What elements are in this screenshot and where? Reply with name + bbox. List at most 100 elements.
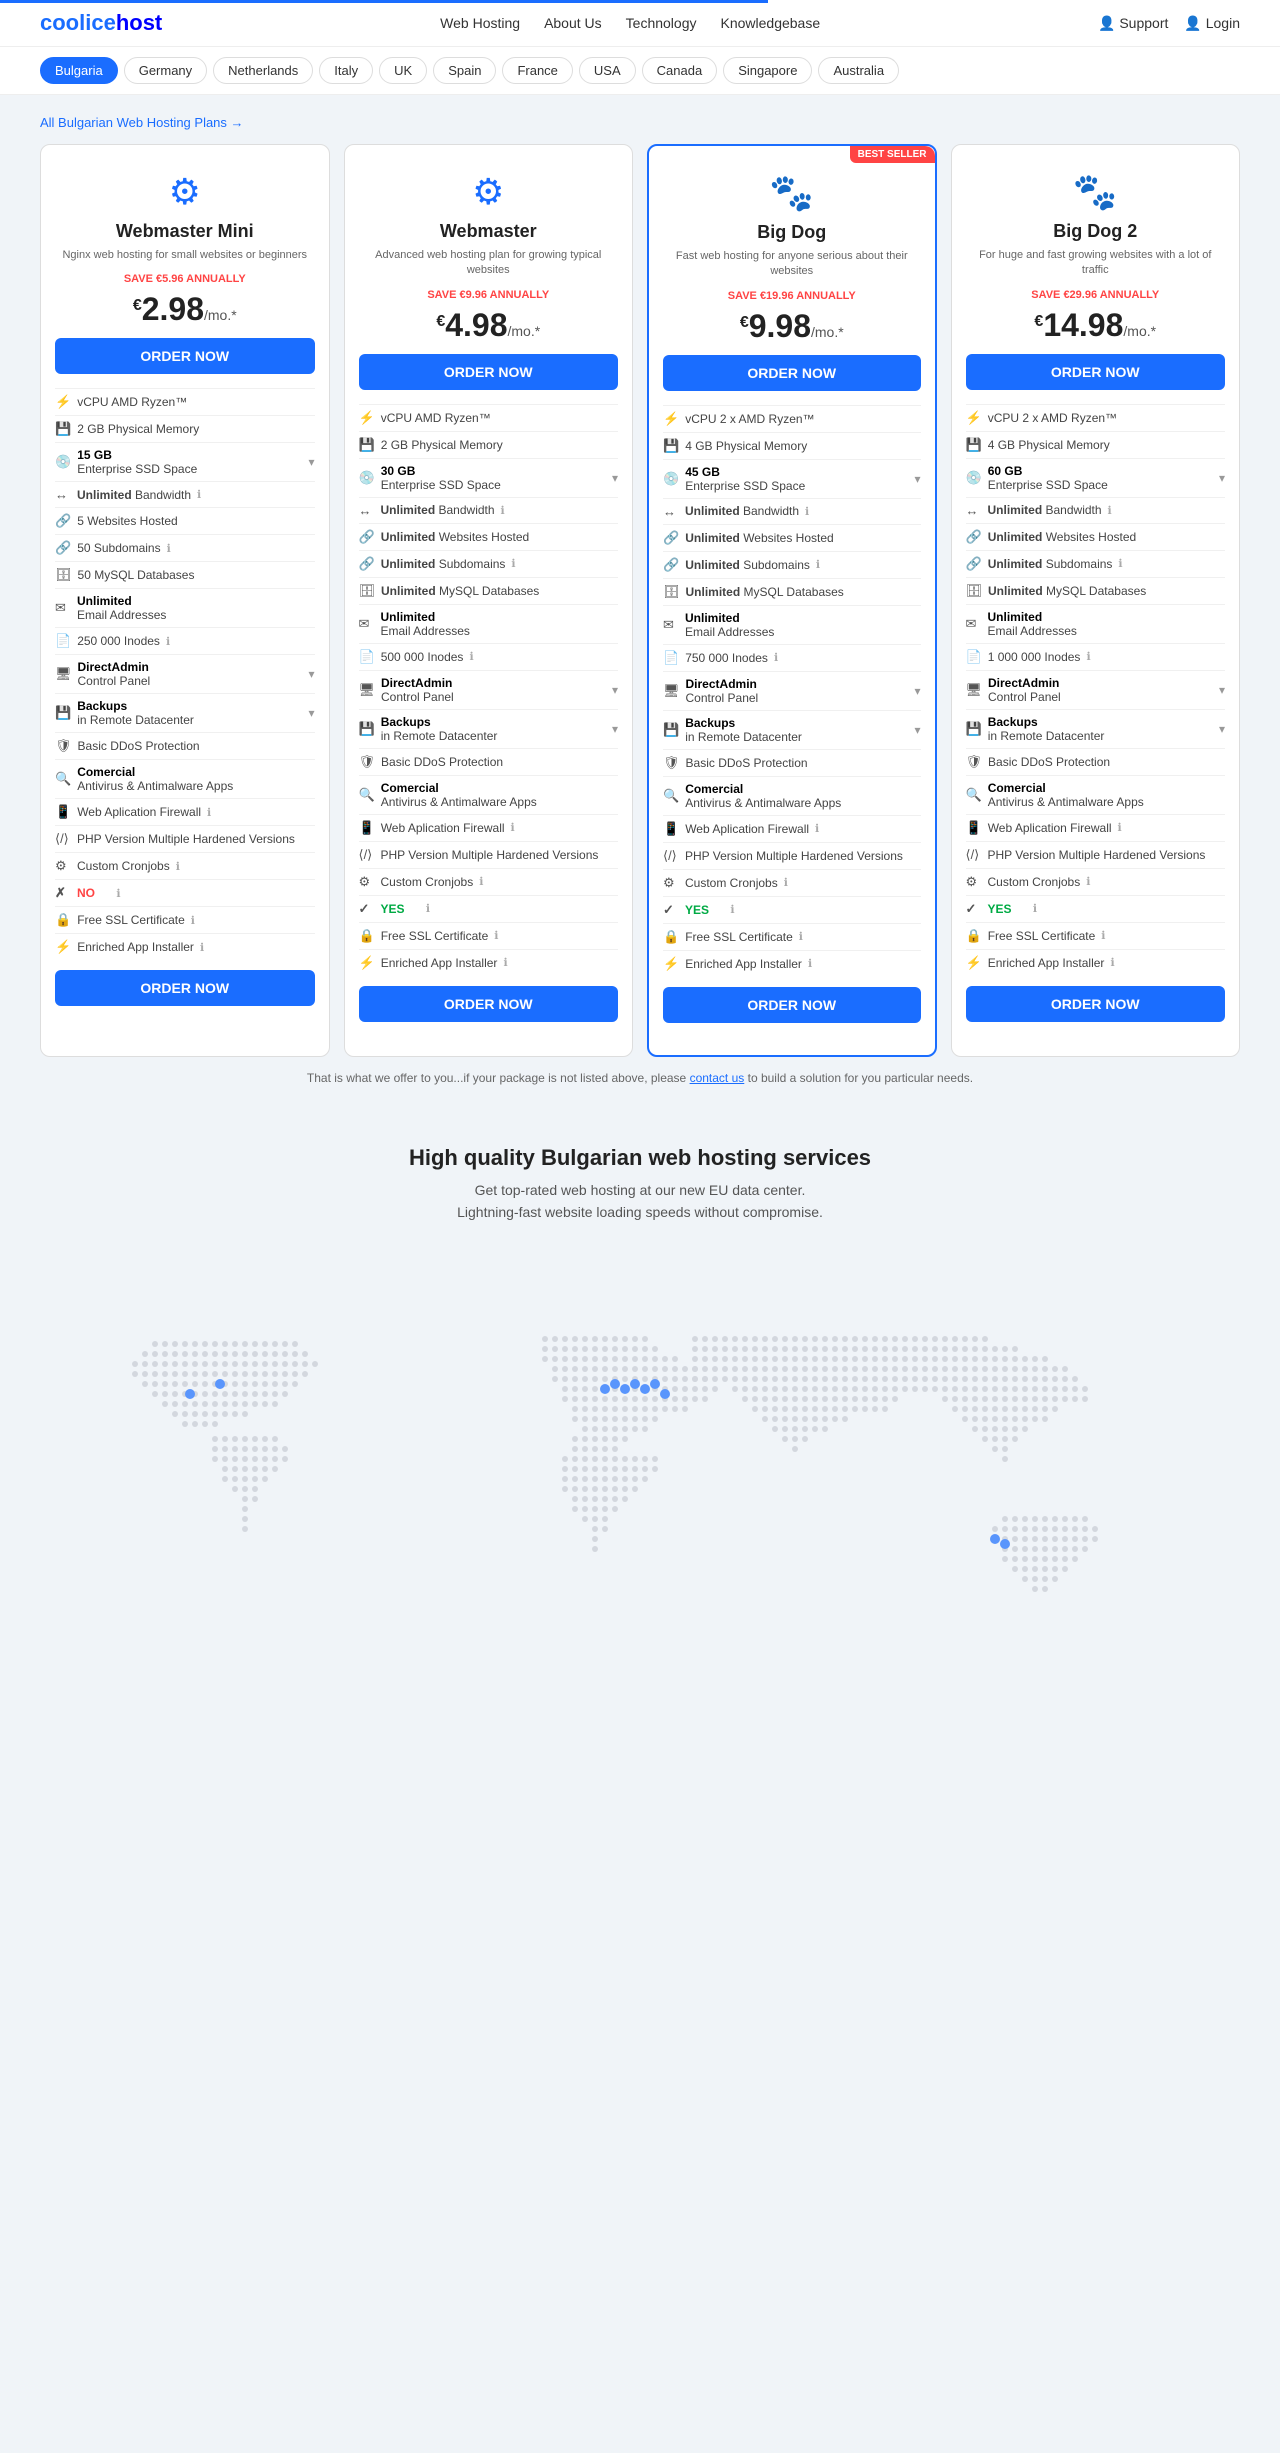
nav-web-hosting[interactable]: Web Hosting	[440, 15, 520, 31]
expand-icon[interactable]: ▾	[308, 455, 314, 469]
country-tab-germany[interactable]: Germany	[124, 57, 207, 84]
order-now-button[interactable]: ORDER NOW	[663, 355, 921, 391]
feature-icon-item: ⚡	[55, 939, 71, 955]
country-tab-uk[interactable]: UK	[379, 57, 427, 84]
expand-icon[interactable]: ▾	[914, 684, 920, 698]
info-icon[interactable]: ℹ	[511, 557, 515, 570]
feature-item: ⚡ vCPU AMD Ryzen™	[359, 404, 619, 431]
country-tab-australia[interactable]: Australia	[818, 57, 899, 84]
info-icon[interactable]: ℹ	[1086, 650, 1090, 663]
feature-item: 📄 1 000 000 Inodes ℹ	[966, 643, 1226, 670]
expand-icon[interactable]: ▾	[612, 471, 618, 485]
info-icon[interactable]: ℹ	[815, 822, 819, 835]
info-icon[interactable]: ℹ	[511, 821, 515, 834]
section-link[interactable]: All Bulgarian Web Hosting Plans →	[40, 115, 1240, 130]
info-icon[interactable]: ℹ	[166, 635, 170, 648]
feature-icon-item: ⟨/⟩	[663, 848, 679, 864]
info-icon[interactable]: ℹ	[1110, 956, 1114, 969]
expand-icon[interactable]: ▾	[1219, 683, 1225, 697]
info-icon[interactable]: ℹ	[730, 903, 734, 916]
order-now-button-bottom[interactable]: ORDER NOW	[359, 986, 619, 1022]
info-icon[interactable]: ℹ	[197, 488, 201, 501]
logo[interactable]: coolicehost	[40, 10, 162, 36]
expand-icon[interactable]: ▾	[308, 667, 314, 681]
expand-icon[interactable]: ▾	[914, 472, 920, 486]
country-tab-italy[interactable]: Italy	[319, 57, 373, 84]
info-icon[interactable]: ℹ	[207, 806, 211, 819]
feature-item: ↔ Unlimited Bandwidth ℹ	[55, 481, 315, 507]
support-link[interactable]: 👤 Support	[1098, 15, 1168, 32]
feature-icon-item: 📄	[359, 649, 375, 665]
nav-about-us[interactable]: About Us	[544, 15, 602, 31]
feature-icon-item: 🔗	[55, 540, 71, 556]
country-tab-usa[interactable]: USA	[579, 57, 636, 84]
country-tab-spain[interactable]: Spain	[433, 57, 496, 84]
feature-item: 💾 Backups in Remote Datacenter ▾	[966, 709, 1226, 748]
info-icon[interactable]: ℹ	[479, 875, 483, 888]
info-icon[interactable]: ℹ	[799, 930, 803, 943]
price: €2.98/mo.*	[55, 291, 315, 328]
info-icon[interactable]: ℹ	[191, 914, 195, 927]
country-tab-bulgaria[interactable]: Bulgaria	[40, 57, 118, 84]
feature-icon-item: 🖥	[359, 682, 376, 698]
info-icon[interactable]: ℹ	[469, 650, 473, 663]
expand-icon[interactable]: ▾	[308, 706, 314, 720]
order-now-button-bottom[interactable]: ORDER NOW	[663, 987, 921, 1023]
order-now-button[interactable]: ORDER NOW	[966, 354, 1226, 390]
price: €4.98/mo.*	[359, 307, 619, 344]
expand-icon[interactable]: ▾	[914, 723, 920, 737]
info-icon[interactable]: ℹ	[816, 558, 820, 571]
info-icon[interactable]: ℹ	[116, 887, 120, 900]
feature-item: 🔗 Unlimited Websites Hosted	[663, 524, 921, 551]
info-icon[interactable]: ℹ	[774, 651, 778, 664]
expand-icon[interactable]: ▾	[1219, 722, 1225, 736]
feature-icon-item: 🗄	[55, 567, 72, 583]
hq-subtitle-2: Lightning-fast website loading speeds wi…	[40, 1201, 1240, 1223]
nav-knowledgebase[interactable]: Knowledgebase	[720, 15, 820, 31]
order-now-button-bottom[interactable]: ORDER NOW	[55, 970, 315, 1006]
feature-item: 🔗 Unlimited Websites Hosted	[966, 523, 1226, 550]
info-icon[interactable]: ℹ	[501, 504, 505, 517]
feature-item: ⟨/⟩ PHP Version Multiple Hardened Versio…	[359, 841, 619, 868]
info-icon[interactable]: ℹ	[200, 941, 204, 954]
feature-item: 🔍 Comercial Antivirus & Antimalware Apps	[359, 775, 619, 814]
world-map: .map-dot { fill: #c8ccd4; } .highlight-d…	[0, 1264, 1280, 1684]
order-now-button[interactable]: ORDER NOW	[359, 354, 619, 390]
info-icon[interactable]: ℹ	[167, 542, 171, 555]
info-icon[interactable]: ℹ	[1086, 875, 1090, 888]
order-now-button[interactable]: ORDER NOW	[55, 338, 315, 374]
info-icon[interactable]: ℹ	[808, 957, 812, 970]
country-tab-canada[interactable]: Canada	[642, 57, 718, 84]
info-icon[interactable]: ℹ	[1118, 557, 1122, 570]
info-icon[interactable]: ℹ	[494, 929, 498, 942]
info-icon[interactable]: ℹ	[1033, 902, 1037, 915]
plan-name: Webmaster	[359, 221, 619, 242]
info-icon[interactable]: ℹ	[1118, 821, 1122, 834]
feature-item: ⚡ Enriched App Installer ℹ	[966, 949, 1226, 976]
country-tab-netherlands[interactable]: Netherlands	[213, 57, 313, 84]
nav-technology[interactable]: Technology	[626, 15, 697, 31]
country-tab-singapore[interactable]: Singapore	[723, 57, 812, 84]
feature-icon-item: 🔍	[359, 787, 375, 803]
info-icon[interactable]: ℹ	[784, 876, 788, 889]
expand-icon[interactable]: ▾	[1219, 471, 1225, 485]
order-now-button-bottom[interactable]: ORDER NOW	[966, 986, 1226, 1022]
feature-icon-item: 🔒	[55, 912, 71, 928]
feature-icon-item: ⚡	[966, 955, 982, 971]
expand-icon[interactable]: ▾	[612, 683, 618, 697]
feature-item: 📱 Web Aplication Firewall ℹ	[359, 814, 619, 841]
expand-icon[interactable]: ▾	[612, 722, 618, 736]
info-icon[interactable]: ℹ	[805, 505, 809, 518]
feature-icon-item: 🔗	[966, 556, 982, 572]
info-icon[interactable]: ℹ	[1101, 929, 1105, 942]
login-link[interactable]: 👤 Login	[1184, 15, 1240, 32]
info-icon[interactable]: ℹ	[1108, 504, 1112, 517]
feature-item: ⚡ Enriched App Installer ℹ	[359, 949, 619, 976]
info-icon[interactable]: ℹ	[176, 860, 180, 873]
contact-link[interactable]: contact us	[690, 1071, 745, 1085]
info-icon[interactable]: ℹ	[503, 956, 507, 969]
country-tab-france[interactable]: France	[502, 57, 572, 84]
feature-icon-item: 🔒	[359, 928, 375, 944]
feature-icon-item: ⚡	[966, 410, 982, 426]
info-icon[interactable]: ℹ	[426, 902, 430, 915]
